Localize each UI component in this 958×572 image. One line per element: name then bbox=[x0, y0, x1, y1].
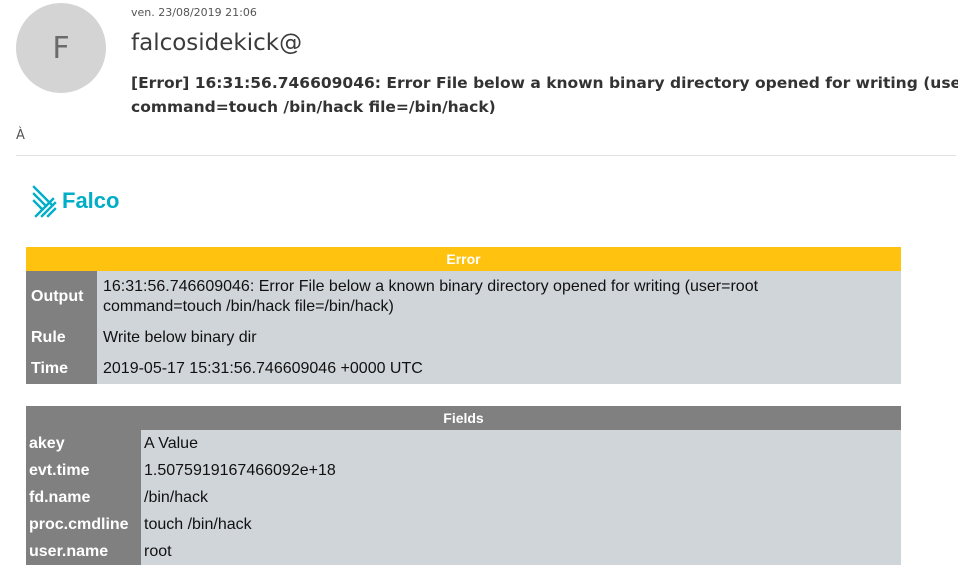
field-value: A Value bbox=[141, 430, 901, 457]
email-sender[interactable]: falcosidekick@ bbox=[131, 30, 302, 56]
output-value-line-1: 16:31:56.746609046: Error File below a k… bbox=[103, 277, 759, 295]
table-row: evt.time 1.5075919167466092e+18 bbox=[26, 457, 901, 484]
output-key: Output bbox=[26, 271, 97, 322]
table-row: user.name root bbox=[26, 538, 901, 565]
table-row: proc.cmdline touch /bin/hack bbox=[26, 511, 901, 538]
time-key: Time bbox=[26, 353, 97, 384]
fields-table-header: Fields bbox=[26, 406, 901, 430]
sender-avatar[interactable]: F bbox=[16, 3, 106, 93]
field-value: 1.5075919167466092e+18 bbox=[141, 457, 901, 484]
field-key: akey bbox=[26, 430, 141, 457]
time-value: 2019-05-17 15:31:56.746609046 +0000 UTC bbox=[97, 353, 901, 384]
field-key: fd.name bbox=[26, 484, 141, 511]
subject-line-2: command=touch /bin/hack file=/bin/hack) bbox=[131, 98, 496, 116]
falco-logo-icon bbox=[32, 185, 57, 218]
table-row-time: Time 2019-05-17 15:31:56.746609046 +0000… bbox=[26, 353, 901, 384]
output-value-line-2: command=touch /bin/hack file=/bin/hack) bbox=[103, 297, 394, 315]
falco-logo-text: Falco bbox=[62, 188, 120, 213]
email-subject: [Error] 16:31:56.746609046: Error File b… bbox=[131, 71, 958, 119]
table-row: akey A Value bbox=[26, 430, 901, 457]
output-value: 16:31:56.746609046: Error File below a k… bbox=[97, 271, 901, 322]
fields-table: Fields akey A Value evt.time 1.507591916… bbox=[26, 406, 901, 565]
field-key: proc.cmdline bbox=[26, 511, 141, 538]
table-row-output: Output 16:31:56.746609046: Error File be… bbox=[26, 271, 901, 322]
header-divider bbox=[16, 155, 956, 156]
falco-logo: Falco bbox=[31, 184, 119, 218]
error-table: Error Output 16:31:56.746609046: Error F… bbox=[26, 247, 901, 384]
table-row-rule: Rule Write below binary dir bbox=[26, 322, 901, 353]
field-key: user.name bbox=[26, 538, 141, 565]
recipient-label: À bbox=[16, 128, 25, 143]
field-key: evt.time bbox=[26, 457, 141, 484]
rule-key: Rule bbox=[26, 322, 97, 353]
field-value: root bbox=[141, 538, 901, 565]
field-value: touch /bin/hack bbox=[141, 511, 901, 538]
field-value: /bin/hack bbox=[141, 484, 901, 511]
error-table-header: Error bbox=[26, 247, 901, 271]
email-date: ven. 23/08/2019 21:06 bbox=[131, 6, 257, 19]
email-view: F ven. 23/08/2019 21:06 falcosidekick@ [… bbox=[0, 0, 958, 572]
table-row: fd.name /bin/hack bbox=[26, 484, 901, 511]
subject-line-1: [Error] 16:31:56.746609046: Error File b… bbox=[131, 74, 958, 92]
rule-value: Write below binary dir bbox=[97, 322, 901, 353]
